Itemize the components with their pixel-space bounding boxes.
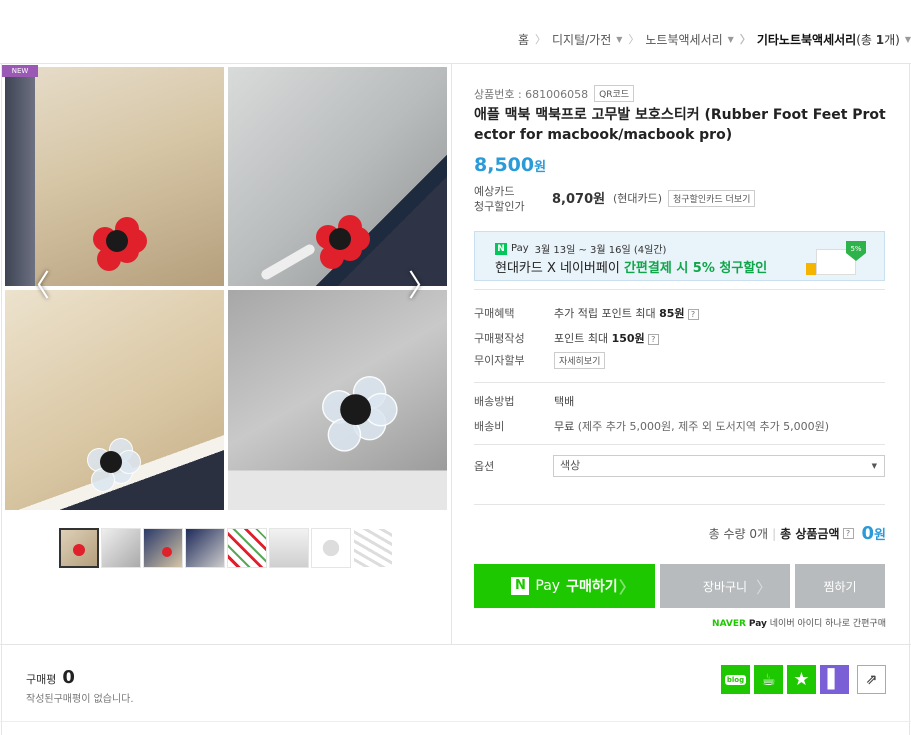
shipping-method-row: 배송방법 택배 — [474, 395, 575, 408]
product-photo-1 — [5, 67, 224, 286]
total-price-label: 총 상품금액 — [780, 527, 840, 541]
promo-banner[interactable]: N Pay 3월 13일 ~ 3월 16일 (4일간) 현대카드 X 네이버페이… — [474, 231, 885, 281]
help-icon[interactable]: ? — [842, 528, 854, 539]
help-icon[interactable]: ? — [687, 308, 699, 320]
product-title: 애플 맥북 맥북프로 고무발 보호스티커 (Rubber Foot Feet P… — [474, 107, 886, 143]
total-quantity: 총 수량 0개 — [708, 527, 769, 541]
thumbnail-6[interactable] — [269, 528, 309, 568]
divider — [451, 63, 452, 644]
post-icon[interactable]: ▌ — [820, 665, 849, 694]
breadcrumb-home[interactable]: 홈 — [518, 31, 529, 48]
divider — [1, 63, 2, 735]
divider — [0, 644, 911, 645]
wishlist-button[interactable]: 찜하기 — [795, 564, 885, 608]
gallery-prev-icon[interactable]: 〈 — [20, 272, 50, 302]
banner-text: 현대카드 X 네이버페이 간편결제 시 5% 청구할인 — [495, 261, 768, 276]
gallery-next-icon[interactable]: 〉 — [408, 272, 438, 302]
breadcrumb-home-label[interactable]: 홈 — [518, 31, 529, 48]
estimated-card-price: 8,070원 — [552, 192, 606, 207]
product-image-gallery[interactable] — [5, 67, 447, 510]
share-icon[interactable]: ⇗ — [857, 665, 886, 694]
divider — [474, 444, 885, 445]
review-count: 구매평 0 — [26, 667, 75, 688]
breadcrumb-digital-label[interactable]: 디지털/가전 — [552, 31, 611, 48]
estimated-card-price-label: 예상카드 청구할인가 — [474, 185, 525, 213]
add-to-cart-button[interactable]: 장바구니 〉 — [660, 564, 790, 608]
divider — [0, 63, 911, 64]
breadcrumb-current-label[interactable]: 기타노트북액세서리 — [757, 31, 856, 48]
caret-down-icon[interactable]: ▼ — [905, 35, 911, 44]
breadcrumb-digital[interactable]: 〉 디지털/가전 ▼ — [529, 31, 622, 48]
naver-pay-note: NAVER Pay 네이버 아이디 하나로 간편구매 — [712, 619, 886, 629]
divider — [474, 289, 885, 290]
total-amount: 0원 — [861, 523, 887, 544]
purchase-benefit-row: 구매혜택 추가 적립 포인트 최대 85원? — [474, 305, 699, 321]
divider — [909, 63, 910, 735]
star-icon[interactable]: ★ — [787, 665, 816, 694]
card-more-button[interactable]: 청구할인카드 더보기 — [668, 190, 756, 207]
option-select[interactable]: 색상 ▼ — [553, 455, 885, 477]
naver-pay-buy-button[interactable]: N Pay 구매하기 〉 — [474, 564, 655, 608]
installment-detail-button[interactable]: 자세히보기 — [554, 352, 606, 369]
blog-icon[interactable]: blog — [721, 665, 750, 694]
thumbnail-8[interactable] — [353, 528, 393, 568]
product-price: 8,500원 — [474, 154, 547, 176]
estimated-card-name: (현대카드) — [613, 192, 663, 205]
product-photo-4 — [228, 290, 447, 510]
card-promo-icon: 5% — [806, 241, 866, 275]
divider — [474, 504, 885, 505]
qr-code-button[interactable]: QR코드 — [594, 85, 635, 102]
cafe-icon[interactable]: ☕ — [754, 665, 783, 694]
total-summary: 총 수량 0개 | 총 상품금액 ? 0원 — [708, 523, 887, 544]
breadcrumb-count: (총 1개) — [856, 32, 900, 47]
breadcrumb: 홈 〉 디지털/가전 ▼ 〉 노트북액세서리 ▼ 〉 기타노트북액세서리 (총 … — [518, 30, 911, 48]
banner-period: N Pay 3월 13일 ~ 3월 16일 (4일간) — [495, 241, 666, 256]
thumbnail-3[interactable] — [143, 528, 183, 568]
thumbnail-1[interactable] — [59, 528, 99, 568]
breadcrumb-separator-icon: 〉 — [534, 33, 546, 46]
breadcrumb-other-notebook-accessory[interactable]: 〉 기타노트북액세서리 (총 1개) ▼ — [734, 31, 911, 48]
installment-row: 무이자할부 자세히보기 — [474, 352, 606, 369]
product-photo-2 — [228, 67, 447, 286]
breadcrumb-notebook-accessory-label[interactable]: 노트북액세서리 — [645, 31, 722, 48]
review-empty-message: 작성된구매평이 없습니다. — [26, 694, 134, 705]
thumbnail-2[interactable] — [101, 528, 141, 568]
chevron-down-icon: ▼ — [871, 462, 877, 470]
divider — [0, 721, 911, 722]
option-label: 옵션 — [474, 460, 495, 473]
shipping-fee-row: 배송비 무료 (제주 추가 5,000원, 제주 외 도서지역 추가 5,000원… — [474, 420, 830, 433]
share-icons: blog ☕ ★ ▌ ⇗ — [721, 665, 886, 694]
naver-pay-icon: N — [495, 242, 507, 255]
breadcrumb-separator-icon: 〉 — [739, 33, 751, 46]
chevron-right-icon: 〉 — [618, 578, 635, 597]
chevron-right-icon: 〉 — [755, 578, 772, 597]
breadcrumb-separator-icon: 〉 — [628, 33, 640, 46]
thumbnail-4[interactable] — [185, 528, 225, 568]
breadcrumb-notebook-accessory[interactable]: 〉 노트북액세서리 ▼ — [622, 31, 733, 48]
thumbnail-7[interactable] — [311, 528, 351, 568]
product-number: 상품번호 : 681006058 QR코드 — [474, 85, 635, 102]
naver-pay-icon: N — [511, 577, 530, 595]
thumbnail-strip — [59, 528, 393, 568]
help-icon[interactable]: ? — [647, 333, 659, 345]
review-benefit-row: 구매평작성 포인트 최대 150원? — [474, 330, 659, 346]
divider — [474, 382, 885, 383]
thumbnail-5[interactable] — [227, 528, 267, 568]
new-badge: NEW — [2, 65, 38, 77]
product-photo-3 — [5, 290, 224, 510]
